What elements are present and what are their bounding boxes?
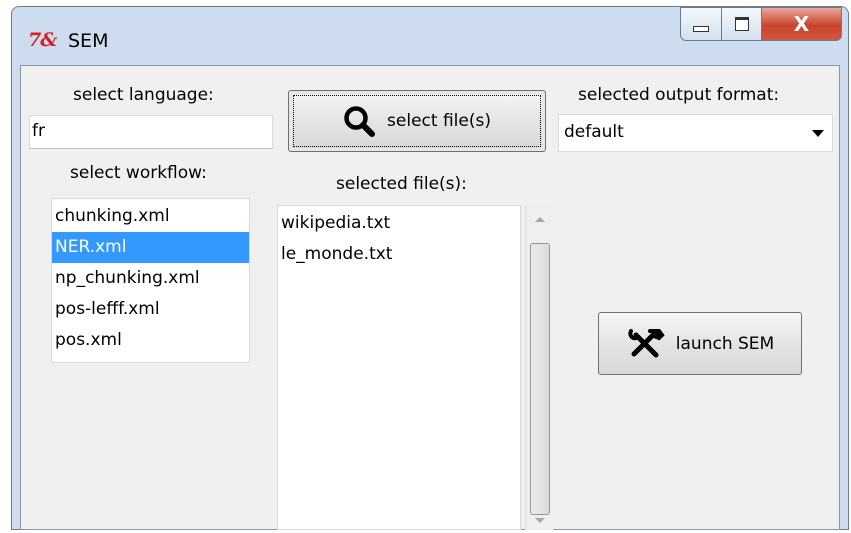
file-list-item[interactable]: le_monde.txt xyxy=(278,239,520,270)
workflow-listbox[interactable]: chunking.xml NER.xml np_chunking.xml pos-le… xyxy=(51,198,250,363)
scrollbar-thumb[interactable] xyxy=(530,243,550,515)
file-list-item[interactable]: wikipedia.txt xyxy=(278,208,520,239)
window-controls: X xyxy=(680,7,842,41)
client-area: select language: fr select file(s) selec… xyxy=(20,65,840,530)
language-label: select language: xyxy=(73,85,214,105)
close-button[interactable]: X xyxy=(762,7,842,41)
select-files-label: select file(s) xyxy=(387,111,491,131)
select-files-button[interactable]: select file(s) xyxy=(288,90,546,152)
scroll-up-icon[interactable] xyxy=(535,217,545,222)
scroll-down-icon[interactable] xyxy=(535,518,545,523)
title-bar[interactable]: 7& SEM X xyxy=(12,7,848,65)
maximize-icon xyxy=(734,17,749,31)
maximize-button[interactable] xyxy=(722,7,762,41)
tk-logo-icon: 7& xyxy=(28,29,57,51)
minimize-icon xyxy=(693,26,709,32)
workflow-list-item[interactable]: NER.xml xyxy=(52,232,249,263)
output-format-label: selected output format: xyxy=(578,85,780,105)
files-listbox[interactable]: wikipedia.txt le_monde.txt xyxy=(277,205,521,530)
language-input[interactable]: fr xyxy=(29,115,273,149)
window-title: SEM xyxy=(68,30,109,52)
workflow-list-item[interactable]: chunking.xml xyxy=(52,201,249,232)
output-format-select[interactable]: default xyxy=(558,114,833,152)
app-window: 7& SEM X select language: fr select file… xyxy=(11,6,849,530)
chevron-down-icon[interactable] xyxy=(812,130,824,137)
launch-sem-button[interactable]: launch SEM xyxy=(598,312,802,375)
output-format-value: default xyxy=(564,122,624,142)
workflow-list-item[interactable]: np_chunking.xml xyxy=(52,263,249,294)
workflow-list-item[interactable]: pos.xml xyxy=(52,325,249,356)
workflow-label: select workflow: xyxy=(70,163,207,183)
search-icon xyxy=(344,106,376,137)
close-icon: X xyxy=(793,12,810,36)
minimize-button[interactable] xyxy=(680,7,722,41)
workflow-list-item[interactable]: pos-lefff.xml xyxy=(52,294,249,325)
files-scrollbar[interactable] xyxy=(525,205,553,530)
tools-icon xyxy=(628,328,665,357)
files-label: selected file(s): xyxy=(336,174,467,194)
launch-sem-label: launch SEM xyxy=(675,333,775,354)
